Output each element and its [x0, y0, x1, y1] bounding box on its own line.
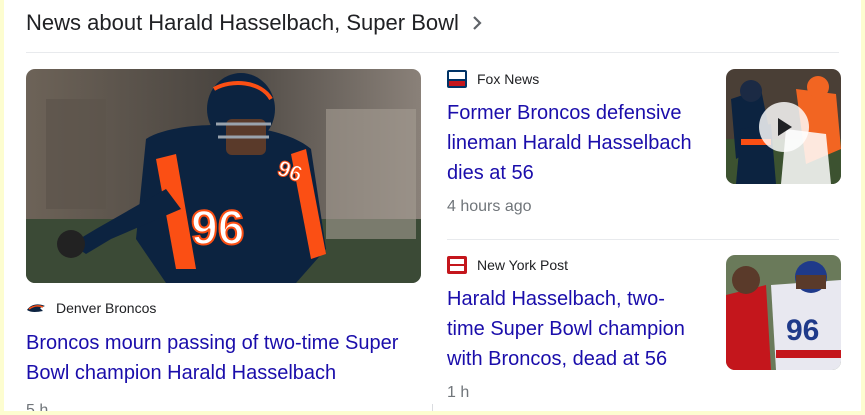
featured-source-name: Denver Broncos	[56, 300, 157, 316]
news-card: News about Harald Hasselbach, Super Bowl	[4, 0, 861, 411]
play-icon	[778, 118, 792, 136]
featured-headline-link[interactable]: Broncos mourn passing of two-time Super …	[26, 328, 416, 388]
article-time: 1 h	[447, 384, 470, 401]
article-headline-link[interactable]: Former Broncos defensive lineman Harald …	[447, 98, 702, 188]
article-source-name: New York Post	[477, 257, 569, 273]
article-source-name: Fox News	[477, 71, 540, 87]
chevron-right-icon	[473, 16, 482, 30]
fox-news-logo-icon	[447, 70, 467, 88]
article-thumbnail-video[interactable]	[726, 69, 841, 184]
new-york-post-logo-icon	[447, 256, 467, 274]
header-divider	[26, 52, 839, 53]
article-headline-link[interactable]: Harald Hasselbach, two-time Super Bowl c…	[447, 284, 702, 374]
column-divider	[432, 404, 433, 411]
svg-text:96: 96	[191, 202, 244, 255]
featured-image[interactable]: 96 96	[26, 69, 421, 283]
article-thumbnail[interactable]: 96	[726, 255, 841, 370]
svg-text:96: 96	[786, 314, 819, 347]
news-header-title: News about Harald Hasselbach, Super Bowl	[26, 10, 459, 35]
featured-source: Denver Broncos	[26, 299, 156, 317]
article-divider	[447, 239, 839, 240]
news-header[interactable]: News about Harald Hasselbach, Super Bowl	[26, 8, 483, 38]
broncos-logo-icon	[26, 299, 46, 317]
featured-time: 5 h	[26, 402, 49, 411]
article-time: 4 hours ago	[447, 198, 532, 215]
play-button[interactable]	[759, 102, 809, 152]
